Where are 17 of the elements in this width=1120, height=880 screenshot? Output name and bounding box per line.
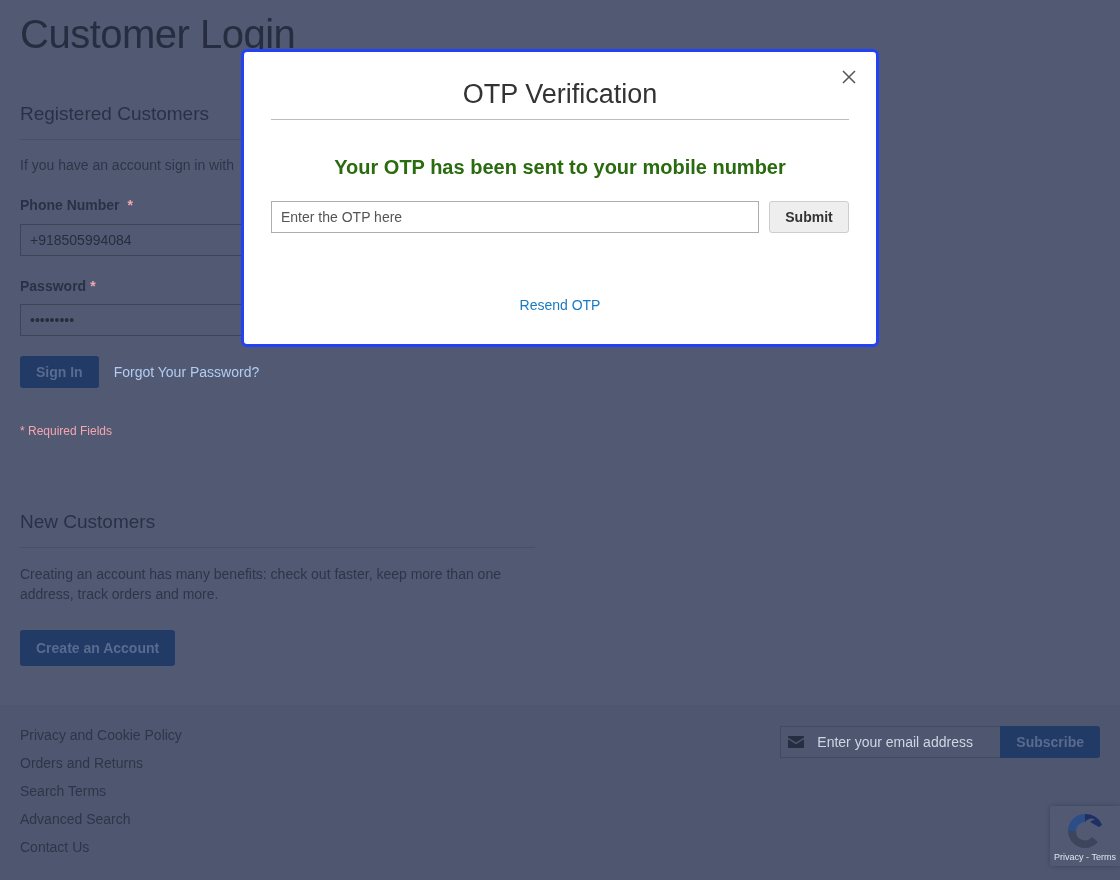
close-icon[interactable] [842, 70, 856, 84]
recaptcha-logo-icon [1066, 812, 1104, 850]
resend-otp-link[interactable]: Resend OTP [519, 295, 601, 315]
subscribe-button[interactable]: Subscribe [1000, 726, 1100, 758]
required-mark: * [127, 196, 134, 215]
otp-field[interactable]: Enter the OTP here [271, 201, 759, 233]
required-note: * Required Fields [20, 423, 113, 439]
recaptcha-links[interactable]: Privacy - Terms [1054, 852, 1116, 863]
forgot-password-link[interactable]: Forgot Your Password? [113, 362, 260, 382]
sign-in-button[interactable]: Sign In [20, 356, 99, 388]
email-field[interactable]: Enter your email address [780, 726, 1001, 758]
submit-button[interactable]: Submit [769, 201, 849, 233]
modal-title: OTP Verification [461, 78, 659, 110]
envelope-icon [788, 736, 805, 748]
required-mark: * [90, 277, 96, 296]
create-account-button[interactable]: Create an Account [20, 630, 176, 666]
otp-sent-message: Your OTP has been sent to your mobile number [333, 155, 787, 180]
